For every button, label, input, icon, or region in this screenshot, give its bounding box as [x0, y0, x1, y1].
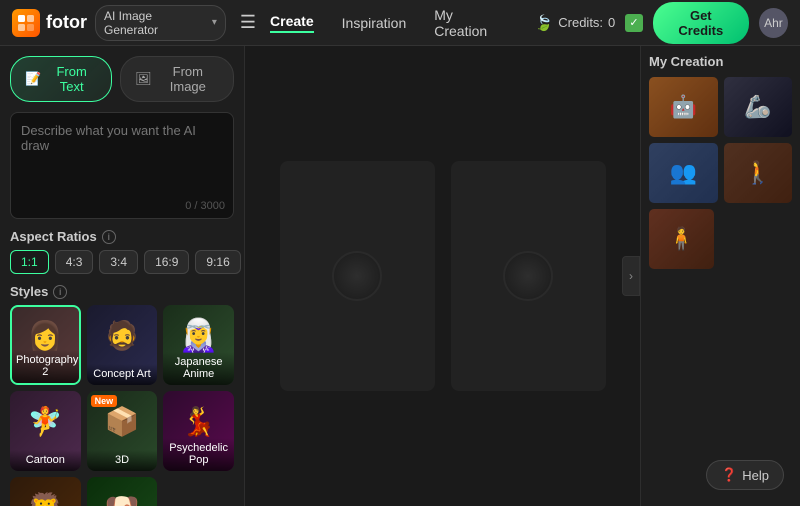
ratio-4-3[interactable]: 4:3: [55, 250, 94, 274]
tab-from-image[interactable]: 🖼 From Image: [120, 56, 234, 102]
left-sidebar: 📝 From Text 🖼 From Image 0 / 3000 Aspect…: [0, 46, 245, 506]
ratio-options: 1:1 4:3 3:4 16:9 9:16: [10, 250, 234, 274]
creation-grid: 🤖 🦾 👥 🚶 🧍: [649, 77, 792, 269]
canvas-placeholder-1: [280, 161, 435, 391]
main-nav: Create Inspiration My Creation: [270, 7, 507, 39]
ai-tool-chevron-icon: ▾: [212, 17, 217, 28]
avatar[interactable]: Ahr: [759, 8, 788, 38]
credits-area: 🍃 Credits: 0: [535, 14, 616, 32]
aspect-ratio-label: Aspect Ratios i: [10, 229, 234, 244]
header: fotor AI Image Generator ▾ ☰ Create Insp…: [0, 0, 800, 46]
styles-info-icon: i: [53, 285, 67, 299]
leaf-icon: 🍃: [535, 14, 554, 32]
style-concept-art[interactable]: 🧔 Concept Art: [87, 305, 158, 385]
aspect-ratio-info-icon: i: [102, 230, 116, 244]
fotor-logo-icon: [12, 9, 40, 37]
creation-thumb-people[interactable]: 🧍: [649, 209, 714, 269]
tab-from-text[interactable]: 📝 From Text: [10, 56, 112, 102]
ai-tool-label[interactable]: AI Image Generator ▾: [95, 5, 226, 41]
nav-create[interactable]: Create: [270, 13, 314, 33]
creation-thumb-mech2[interactable]: 🦾: [724, 77, 793, 137]
image-tab-icon: 🖼: [135, 71, 152, 87]
char-count: 0 / 3000: [185, 200, 225, 212]
style-extra-2[interactable]: 🐶: [87, 477, 158, 506]
ratio-3-4[interactable]: 3:4: [99, 250, 138, 274]
style-photography[interactable]: 👩 Photography 2: [10, 305, 81, 385]
ratio-16-9[interactable]: 16:9: [144, 250, 189, 274]
prompt-box: 0 / 3000: [10, 112, 234, 219]
right-panel: My Creation 🤖 🦾 👥 🚶 🧍: [640, 46, 800, 506]
nav-inspiration[interactable]: Inspiration: [342, 15, 407, 31]
nav-my-creation[interactable]: My Creation: [434, 7, 506, 39]
logo-area: fotor: [12, 9, 87, 37]
styles-section: Styles i 👩 Photography 2 🧔 Concept Art 🧝…: [10, 284, 234, 506]
input-tabs: 📝 From Text 🖼 From Image: [10, 56, 234, 102]
credits-value: 0: [608, 15, 615, 30]
canvas-circle-2: [503, 251, 553, 301]
credits-label: Credits:: [558, 15, 603, 30]
style-psychedelic-pop[interactable]: 💃 Psychedelic Pop: [163, 391, 234, 471]
hamburger-button[interactable]: ☰: [234, 8, 262, 37]
creation-thumb-mech1[interactable]: 🤖: [649, 77, 718, 137]
logo-text: fotor: [46, 12, 87, 33]
styles-grid: 👩 Photography 2 🧔 Concept Art 🧝‍♀️ Japan…: [10, 305, 234, 506]
main-layout: 📝 From Text 🖼 From Image 0 / 3000 Aspect…: [0, 46, 800, 506]
credits-check-icon: ✓: [625, 14, 642, 32]
help-button[interactable]: ❓ Help: [706, 460, 784, 490]
ratio-9-16[interactable]: 9:16: [195, 250, 240, 274]
aspect-ratio-section: Aspect Ratios i 1:1 4:3 3:4 16:9 9:16: [10, 229, 234, 274]
help-circle-icon: ❓: [721, 467, 737, 483]
right-panel-title: My Creation: [649, 54, 792, 69]
style-3d[interactable]: New 📦 3D: [87, 391, 158, 471]
style-cartoon[interactable]: 🧚 Cartoon: [10, 391, 81, 471]
text-tab-icon: 📝: [25, 71, 41, 87]
canvas-circle-1: [332, 251, 382, 301]
creation-row-2: 👥 🚶: [649, 143, 792, 203]
canvas-placeholder-2: [451, 161, 606, 391]
prompt-textarea[interactable]: [21, 123, 223, 203]
creation-thumb-group1[interactable]: 👥: [649, 143, 718, 203]
style-extra-1[interactable]: 🦁: [10, 477, 81, 506]
collapse-panel-button[interactable]: ›: [622, 256, 640, 296]
creation-row-3: 🧍: [649, 209, 792, 269]
new-badge: New: [91, 395, 118, 407]
ratio-1-1[interactable]: 1:1: [10, 250, 49, 274]
header-right: 🍃 Credits: 0 ✓ Get Credits Ahr: [535, 2, 788, 44]
style-japanese-anime[interactable]: 🧝‍♀️ Japanese Anime: [163, 305, 234, 385]
styles-label: Styles i: [10, 284, 234, 299]
get-credits-button[interactable]: Get Credits: [653, 2, 749, 44]
creation-thumb-group2[interactable]: 🚶: [724, 143, 793, 203]
canvas-area: ›: [245, 46, 640, 506]
creation-row-1: 🤖 🦾: [649, 77, 792, 137]
